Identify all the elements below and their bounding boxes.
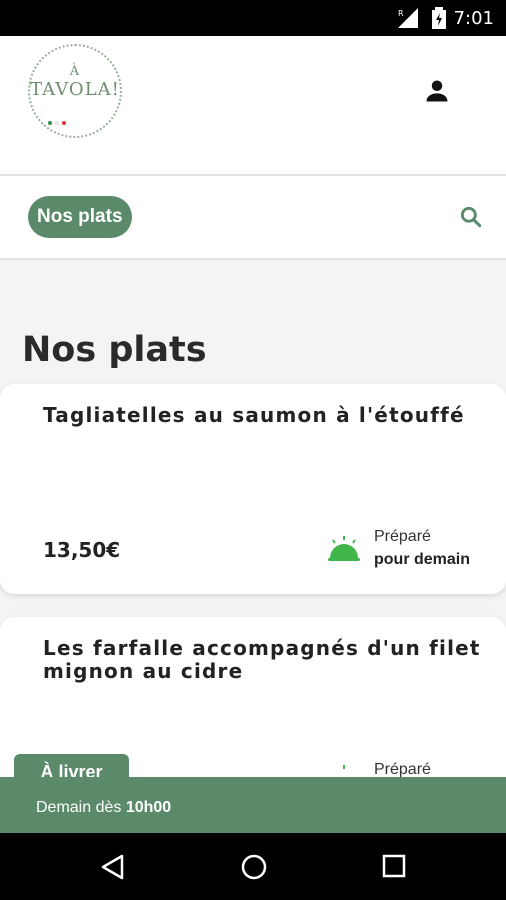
prep-day: pour demain — [374, 551, 471, 568]
prep-label: Préparé — [374, 528, 431, 545]
dish-price: 13,50€ — [43, 538, 121, 562]
system-nav-bar — [0, 833, 506, 900]
user-icon — [426, 80, 448, 102]
category-pill-nos-plats[interactable]: Nos plats — [28, 196, 132, 238]
dish-name: Tagliatelles au saumon à l'étouffé — [43, 403, 465, 427]
recents-icon[interactable] — [381, 853, 407, 879]
delivery-time: 10h00 — [125, 799, 172, 816]
delivery-prefix: Demain dès — [36, 799, 122, 816]
signal-icon: R — [396, 8, 420, 33]
search-icon — [460, 206, 482, 228]
brand-logo[interactable]: À TAVOLA! — [28, 44, 122, 138]
back-icon[interactable] — [100, 853, 126, 881]
status-bar: R 7:01 — [0, 0, 506, 36]
svg-text:R: R — [398, 9, 404, 18]
cloche-icon — [326, 534, 362, 564]
home-icon[interactable] — [240, 853, 268, 881]
clock: 7:01 — [453, 8, 494, 29]
battery-icon — [432, 7, 446, 34]
dish-card[interactable]: Tagliatelles au saumon à l'étouffé 13,50… — [0, 384, 506, 594]
category-nav: Nos plats — [0, 176, 506, 260]
delivery-bar[interactable]: Demain dès 10h00 — [0, 777, 506, 833]
dish-name: Les farfalle accompagnés d'un filet mign… — [43, 636, 481, 683]
page-title: Nos plats — [22, 330, 207, 370]
app-header: À TAVOLA! — [0, 36, 506, 176]
search-button[interactable] — [458, 204, 484, 230]
flag-dots — [48, 112, 108, 125]
account-button[interactable] — [400, 62, 474, 120]
